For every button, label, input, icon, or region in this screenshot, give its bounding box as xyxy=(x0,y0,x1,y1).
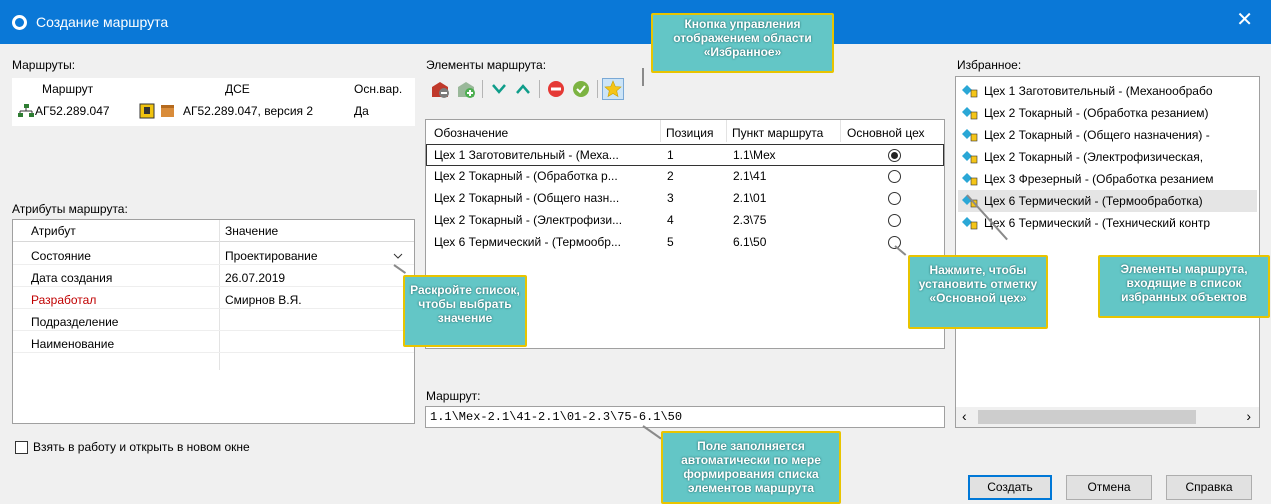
main-shop-radio[interactable] xyxy=(888,149,901,162)
routes-label: Маршруты: xyxy=(12,58,76,72)
app-logo-icon xyxy=(12,15,27,30)
favorites-toggle-button[interactable] xyxy=(602,78,624,100)
attr-name-state: Состояние xyxy=(31,249,91,263)
callout-dropdown: Раскройте список, чтобы выбрать значение xyxy=(403,275,527,347)
attr-name-date: Дата создания xyxy=(31,271,113,285)
callout-fav-elements: Элементы маршрута, входящие в список изб… xyxy=(1098,255,1270,318)
factory-add-icon xyxy=(458,82,475,98)
el-position: 2 xyxy=(667,169,674,183)
shop-element-icon xyxy=(962,85,978,98)
attr-name-department: Подразделение xyxy=(31,315,119,329)
main-shop-radio[interactable] xyxy=(888,170,901,183)
part-icon xyxy=(139,103,155,119)
route-main-variant: Да xyxy=(354,104,369,118)
cancel-button[interactable]: Отмена xyxy=(1066,475,1152,500)
el-designation: Цех 2 Токарный - (Общего назн... xyxy=(434,191,620,205)
el-designation: Цех 1 Заготовительный - (Меха... xyxy=(434,148,619,162)
callout-pointer xyxy=(642,68,644,86)
hierarchy-icon xyxy=(18,104,34,117)
box-icon xyxy=(161,105,174,117)
scroll-left-icon[interactable]: ‹ xyxy=(962,408,967,424)
attr-name-developer: Разработал xyxy=(31,293,97,307)
horizontal-scrollbar[interactable]: ‹ › xyxy=(956,407,1259,427)
attributes-label: Атрибуты маршрута: xyxy=(12,202,128,216)
el-position: 4 xyxy=(667,213,674,227)
shop-element-icon xyxy=(962,151,978,164)
close-icon[interactable]: ✕ xyxy=(1236,10,1253,30)
factory-remove-icon xyxy=(432,82,449,98)
title-bar: Создание маршрута ✕ xyxy=(0,0,1271,44)
main-shop-radio[interactable] xyxy=(888,214,901,227)
chevron-down-icon xyxy=(492,84,506,94)
route-field-label: Маршрут: xyxy=(426,389,481,403)
main-shop-radio[interactable] xyxy=(888,192,901,205)
el-point: 6.1\50 xyxy=(733,235,767,249)
attr-value-state[interactable]: Проектирование xyxy=(225,249,318,263)
table-row[interactable]: Цех 2 Токарный - (Общего назн... 3 2.1\0… xyxy=(426,188,944,210)
el-position: 1 xyxy=(667,148,674,162)
el-position: 3 xyxy=(667,191,674,205)
open-in-new-window-label: Взять в работу и открыть в новом окне xyxy=(33,440,250,454)
attr-value-developer[interactable]: Смирнов В.Я. xyxy=(225,293,302,307)
window-title: Создание маршрута xyxy=(36,14,169,30)
attributes-table[interactable]: Атрибут Значение Состояние Проектировани… xyxy=(12,219,415,424)
el-position: 5 xyxy=(667,235,674,249)
route-code: АГ52.289.047 xyxy=(35,104,110,118)
minus-circle-icon xyxy=(548,81,564,97)
open-in-new-window-checkbox[interactable] xyxy=(15,441,28,454)
help-button[interactable]: Справка xyxy=(1166,475,1252,500)
move-up-button[interactable] xyxy=(512,78,534,100)
routes-header-dse[interactable]: ДСЕ xyxy=(225,78,250,100)
el-point: 2.1\41 xyxy=(733,169,767,183)
routes-header-main[interactable]: Осн.вар. xyxy=(354,78,402,100)
check-circle-icon xyxy=(573,81,589,97)
confirm-button[interactable] xyxy=(570,78,592,100)
add-shop-button[interactable] xyxy=(429,78,451,100)
delete-button[interactable] xyxy=(545,78,567,100)
chevron-down-icon[interactable] xyxy=(393,252,403,260)
scrollbar-thumb[interactable] xyxy=(978,410,1196,424)
table-row[interactable]: Цех 6 Термический - (Термообр... 5 6.1\5… xyxy=(426,232,944,254)
attr-header-value[interactable]: Значение xyxy=(225,220,278,242)
table-row[interactable]: Цех 2 Токарный - (Обработка р... 2 2.1\4… xyxy=(426,166,944,188)
shop-element-icon xyxy=(962,107,978,120)
el-header-main-shop[interactable]: Основной цех xyxy=(847,122,925,144)
dialog-body: Маршруты: Маршрут ДСЕ Осн.вар. АГ52.289.… xyxy=(0,13,1271,504)
route-field-input[interactable]: 1.1\Мех-2.1\41-2.1\01-2.3\75-6.1\50 xyxy=(425,406,945,428)
el-point: 2.1\01 xyxy=(733,191,767,205)
shop-element-icon xyxy=(962,173,978,186)
table-row[interactable]: Цех 1 Заготовительный - (Меха... 1 1.1\М… xyxy=(426,144,944,166)
table-row[interactable]: АГ52.289.047 АГ52.289.047, версия 2 Да xyxy=(12,100,415,122)
el-header-designation[interactable]: Обозначение xyxy=(434,122,508,144)
el-point: 1.1\Мех xyxy=(733,148,776,162)
el-point: 2.3\75 xyxy=(733,213,767,227)
el-designation: Цех 2 Токарный - (Электрофизи... xyxy=(434,213,623,227)
favorites-label: Избранное: xyxy=(957,58,1022,72)
attr-value-date[interactable]: 26.07.2019 xyxy=(225,271,285,285)
el-designation: Цех 2 Токарный - (Обработка р... xyxy=(434,169,618,183)
el-header-position[interactable]: Позиция xyxy=(666,122,713,144)
add-element-button[interactable] xyxy=(455,78,477,100)
move-down-button[interactable] xyxy=(488,78,510,100)
callout-favorites-toggle: Кнопка управления отображением области «… xyxy=(651,13,834,73)
callout-main-shop: Нажмите, чтобы установить отметку «Основ… xyxy=(908,255,1048,329)
attr-name-title: Наименование xyxy=(31,337,115,351)
attr-header-attribute[interactable]: Атрибут xyxy=(31,220,76,242)
el-designation: Цех 6 Термический - (Термообр... xyxy=(434,235,621,249)
star-icon xyxy=(604,80,622,98)
el-header-point[interactable]: Пункт маршрута xyxy=(732,122,823,144)
route-dse: АГ52.289.047, версия 2 xyxy=(183,104,314,118)
routes-list[interactable]: Маршрут ДСЕ Осн.вар. АГ52.289.047 АГ52.2… xyxy=(12,78,415,126)
elements-label: Элементы маршрута: xyxy=(426,58,547,72)
shop-element-icon xyxy=(962,217,978,230)
shop-element-icon xyxy=(962,129,978,142)
routes-header-route[interactable]: Маршрут xyxy=(42,78,93,100)
table-row[interactable]: Цех 2 Токарный - (Электрофизи... 4 2.3\7… xyxy=(426,210,944,232)
scroll-right-icon[interactable]: › xyxy=(1246,408,1251,424)
favorites-list[interactable]: Цех 1 Заготовительный - (Механообрабо Це… xyxy=(955,76,1260,428)
create-button[interactable]: Создать xyxy=(968,475,1052,500)
chevron-up-icon xyxy=(516,84,530,94)
callout-route-field: Поле заполняется автоматически по мере ф… xyxy=(661,431,841,504)
